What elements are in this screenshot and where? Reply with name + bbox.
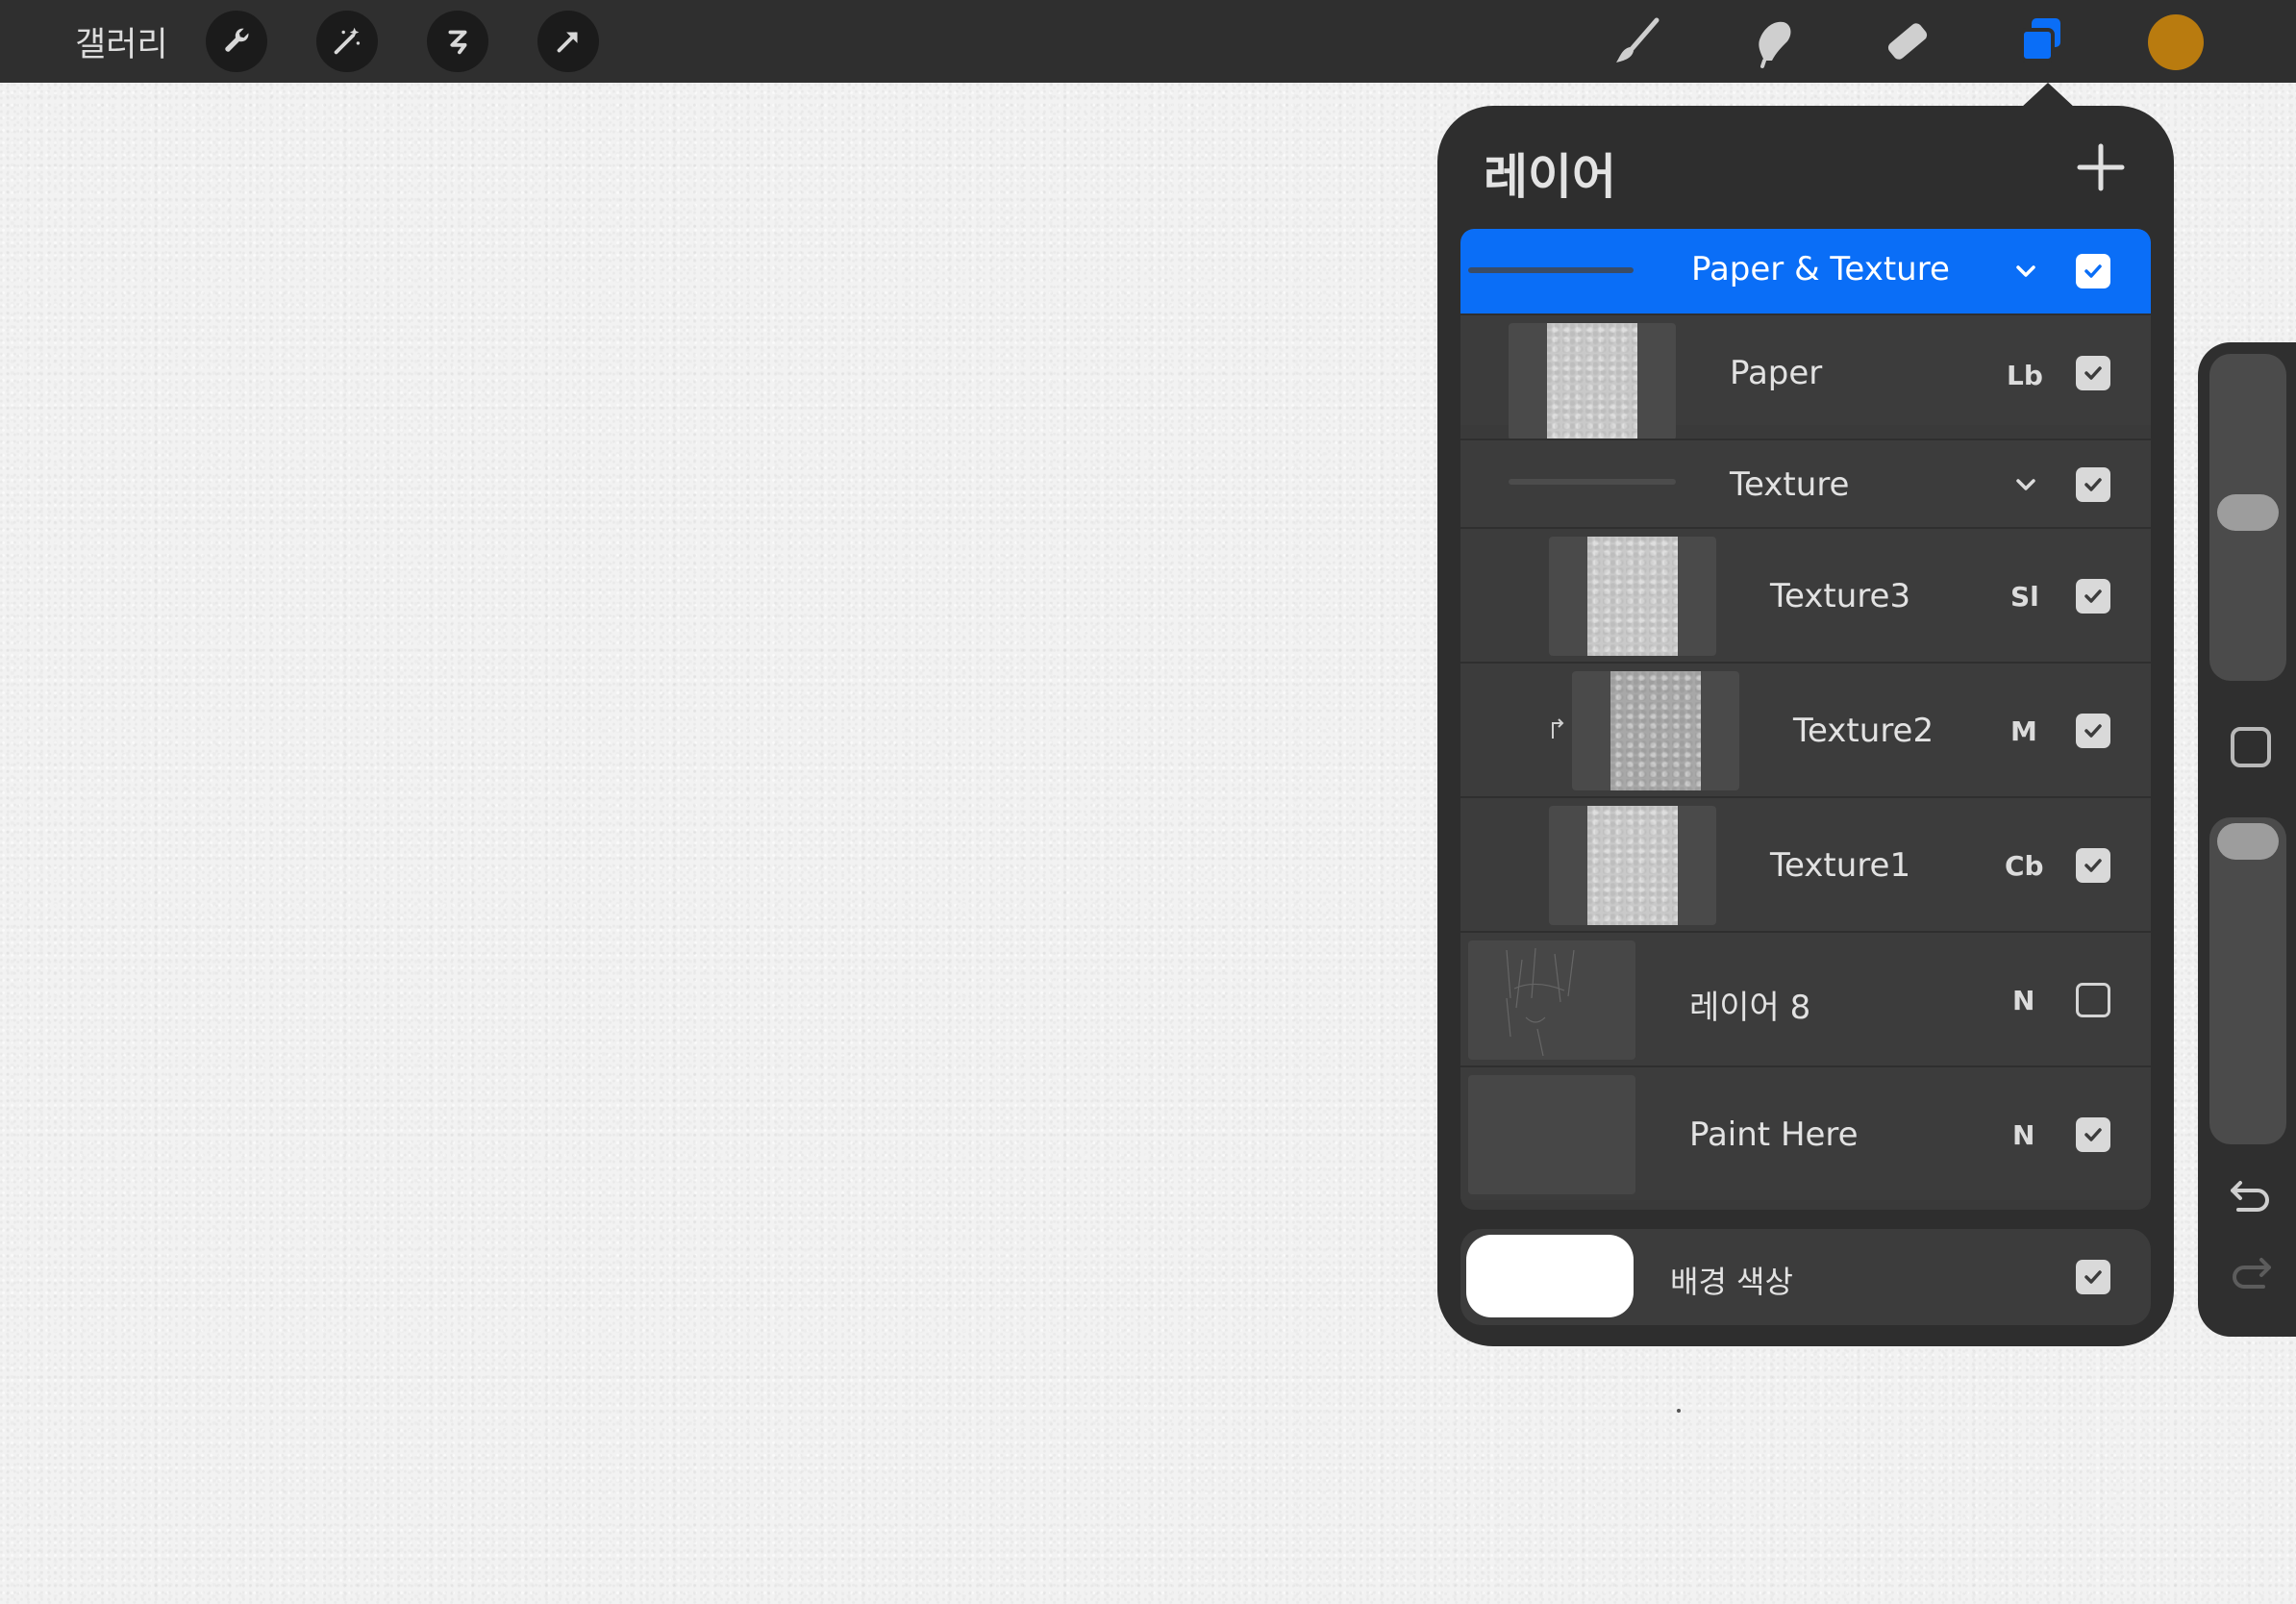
layer-thumbnail (1572, 671, 1739, 790)
layer-thumbnail (1549, 537, 1716, 656)
chevron-down-icon[interactable] (2012, 258, 2039, 285)
layer-thumbnail (1468, 940, 1635, 1060)
blend-mode-label[interactable]: M (2010, 715, 2037, 747)
visibility-checkbox[interactable] (2076, 983, 2110, 1017)
checkmark-icon (2084, 366, 2102, 380)
checkmark-icon (2084, 859, 2102, 872)
undo-icon[interactable] (2227, 1175, 2275, 1219)
right-sidebar (2198, 342, 2296, 1337)
layer-row-paint-here[interactable]: Paint Here N (1460, 1065, 2151, 1200)
chevron-down-icon[interactable] (2012, 471, 2039, 498)
layer-name: Texture2 (1793, 712, 1934, 750)
visibility-checkbox[interactable] (2076, 579, 2110, 614)
visibility-checkbox[interactable] (2076, 1117, 2110, 1152)
blend-mode-label[interactable]: Lb (2007, 360, 2043, 391)
brush-size-slider[interactable] (2209, 354, 2286, 681)
checkmark-icon (2084, 589, 2102, 603)
visibility-checkbox[interactable] (2076, 356, 2110, 390)
wrench-icon (225, 28, 249, 52)
layer-row-texture3[interactable]: Texture3 Sl (1460, 527, 2151, 662)
blend-mode-label[interactable]: N (2012, 1119, 2034, 1151)
checkmark-icon (2084, 1270, 2102, 1284)
checkmark-icon (2084, 264, 2102, 278)
adjustments-button[interactable] (316, 11, 378, 72)
checkmark-icon (2084, 1128, 2102, 1141)
blend-mode-label[interactable]: Cb (2005, 850, 2044, 882)
layers-panel: 레이어 Paper & Texture Paper Lb Texture Tex… (1437, 106, 2174, 1346)
opacity-slider[interactable] (2209, 817, 2286, 1144)
panel-caret (2021, 83, 2075, 108)
smudge-button[interactable] (1742, 12, 1802, 71)
layer-row-paper[interactable]: Paper Lb (1460, 313, 2151, 440)
visibility-checkbox[interactable] (2076, 848, 2110, 883)
smudge-icon (1759, 21, 1791, 68)
transform-icon (557, 32, 578, 53)
layer-row-texture1[interactable]: Texture1 Cb (1460, 796, 2151, 931)
canvas-speck (1677, 1409, 1681, 1413)
group-line (1509, 479, 1676, 485)
layers-button[interactable] (2011, 12, 2071, 71)
brush-button[interactable] (1608, 12, 1667, 71)
background-color-swatch[interactable] (1466, 1235, 1634, 1317)
group-line (1468, 267, 1634, 273)
layer-list: Paper & Texture Paper Lb Texture Texture… (1460, 229, 2151, 1210)
background-color-row[interactable]: 배경 색상 (1460, 1229, 2151, 1325)
visibility-checkbox[interactable] (2076, 254, 2110, 288)
layer-name: 레이어 8 (1689, 989, 1811, 1027)
redo-icon[interactable] (2227, 1252, 2275, 1296)
layer-name: Texture3 (1770, 577, 1911, 615)
visibility-checkbox[interactable] (2076, 467, 2110, 502)
slider-knob[interactable] (2217, 823, 2279, 860)
background-color-label: 배경 색상 (1670, 1264, 1793, 1300)
blend-mode-label[interactable]: Sl (2010, 581, 2039, 613)
layer-thumbnail (1509, 323, 1676, 440)
visibility-checkbox[interactable] (2076, 714, 2110, 748)
color-picker-button[interactable] (2148, 14, 2204, 70)
layers-icon (2020, 18, 2060, 63)
eraser-icon (1887, 23, 1928, 60)
brush-icon (1616, 17, 1660, 63)
layer-thumbnail (1468, 1075, 1635, 1194)
eraser-button[interactable] (1877, 12, 1936, 71)
top-toolbar: 갤러리 (0, 0, 2296, 83)
checkmark-icon (2084, 724, 2102, 738)
panel-title: 레이어 (1484, 149, 1616, 205)
layer-name: Texture1 (1770, 846, 1911, 885)
layer-name: Paint Here (1689, 1115, 1859, 1154)
clipping-mask-icon (1552, 718, 1564, 739)
layer-row-texture2[interactable]: Texture2 M (1460, 662, 2151, 796)
layer-row-texture-group[interactable]: Texture (1460, 439, 2151, 527)
layer-row-layer8[interactable]: 레이어 8 N (1460, 931, 2151, 1065)
blend-mode-label[interactable]: N (2012, 985, 2034, 1016)
layer-name: Paper & Texture (1691, 250, 1950, 288)
selection-button[interactable] (427, 11, 488, 72)
background-visibility-checkbox[interactable] (2076, 1260, 2110, 1294)
selection-icon (448, 30, 467, 55)
add-layer-icon[interactable] (2072, 138, 2130, 196)
modify-button[interactable] (2231, 727, 2271, 767)
gallery-button[interactable]: 갤러리 (75, 17, 168, 66)
transform-button[interactable] (537, 11, 599, 72)
slider-knob[interactable] (2217, 494, 2279, 531)
layer-name: Paper (1730, 354, 1823, 392)
checkmark-icon (2084, 478, 2102, 491)
layer-name: Texture (1730, 465, 1850, 504)
layer-thumbnail (1549, 806, 1716, 925)
sketch-thumbnail (1506, 947, 1575, 1057)
magic-wand-icon (334, 27, 361, 55)
actions-button[interactable] (206, 11, 267, 72)
layer-row-paper-texture[interactable]: Paper & Texture (1460, 229, 2151, 313)
